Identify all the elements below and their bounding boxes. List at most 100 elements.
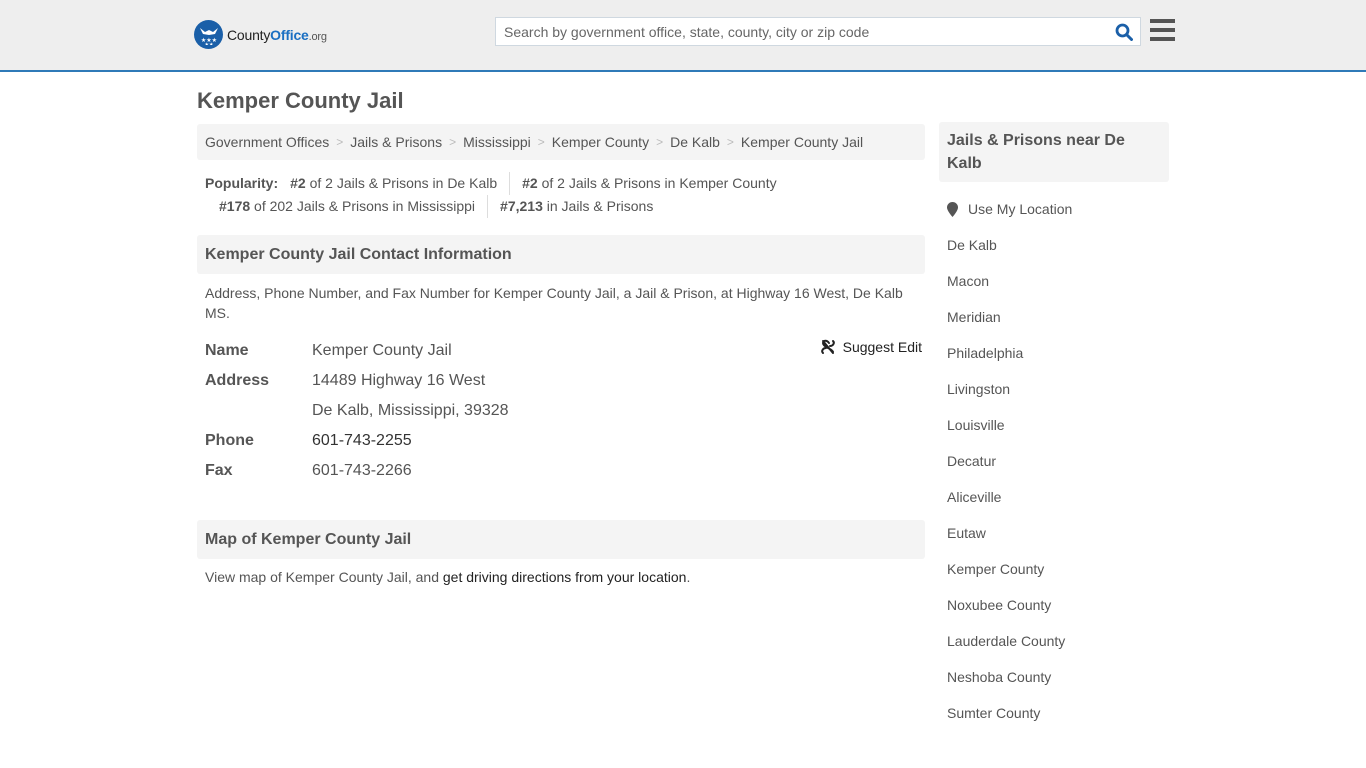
phone-link[interactable]: 601-743-2255 <box>312 432 412 449</box>
fax-label: Fax <box>205 462 233 479</box>
search-icon <box>1115 23 1133 41</box>
hamburger-menu-icon-bar <box>1150 19 1175 23</box>
popularity-line: Popularity: #2 of 2 Jails & Prisons in D… <box>205 172 917 195</box>
search-button[interactable] <box>1108 18 1140 45</box>
map-description: View map of Kemper County Jail, and get … <box>197 559 925 585</box>
use-my-location-link[interactable]: Use My Location <box>968 201 1072 217</box>
breadcrumb: Government Offices > Jails & Prisons > M… <box>197 124 925 160</box>
nearby-link[interactable]: Eutaw <box>947 525 986 541</box>
list-item: Decatur <box>947 433 1161 469</box>
info-row-name: Name Kemper County Jail <box>205 336 917 366</box>
popularity-rank: #2 <box>522 175 538 191</box>
search-input[interactable] <box>496 18 1108 45</box>
popularity-item: #178 of 202 Jails & Prisons in Mississip… <box>218 195 487 218</box>
nearby-link[interactable]: Lauderdale County <box>947 633 1065 649</box>
popularity-text: of 2 Jails & Prisons in De Kalb <box>309 175 498 191</box>
nearby-link[interactable]: Macon <box>947 273 989 289</box>
list-item: Meridian <box>947 289 1161 325</box>
popularity-rank: #178 <box>219 198 251 214</box>
breadcrumb-separator: > <box>726 135 734 149</box>
popularity-rank: #2 <box>290 175 306 191</box>
svg-text:★★: ★★ <box>204 42 213 45</box>
search-bar <box>495 17 1141 46</box>
popularity-text: in Jails & Prisons <box>546 198 654 214</box>
list-item: Philadelphia <box>947 325 1161 361</box>
popularity-text: of 2 Jails & Prisons in Kemper County <box>541 175 777 191</box>
list-item: Kemper County <box>947 541 1161 577</box>
popularity-item: #2 of 2 Jails & Prisons in Kemper County <box>509 172 788 195</box>
breadcrumb-item[interactable]: De Kalb <box>670 134 720 150</box>
info-row-phone: Phone 601-743-2255 <box>205 426 917 456</box>
top-header: ★★★ ★★ CountyOffice.org <box>0 0 1366 72</box>
suggest-edit-link[interactable]: Suggest Edit <box>843 339 922 355</box>
eagle-stars-logo-icon: ★★★ ★★ <box>194 20 223 49</box>
address-line-1: 14489 Highway 16 West <box>312 372 486 389</box>
page-title: Kemper County Jail <box>197 88 404 113</box>
popularity-text: of 202 Jails & Prisons in Mississippi <box>254 198 476 214</box>
list-item: Lauderdale County <box>947 613 1161 649</box>
popularity-rank: #7,213 <box>500 198 543 214</box>
breadcrumb-current: Kemper County Jail <box>740 134 864 150</box>
fax-value: 601-743-2266 <box>312 462 412 479</box>
logo-text: CountyOffice.org <box>227 27 327 43</box>
popularity: Popularity: #2 of 2 Jails & Prisons in D… <box>197 160 925 218</box>
logo-county: County <box>227 26 271 43</box>
list-item: Macon <box>947 253 1161 289</box>
address-label: Address <box>205 372 270 389</box>
main-content: Government Offices > Jails & Prisons > M… <box>197 124 925 585</box>
nearby-link[interactable]: Decatur <box>947 453 996 469</box>
contact-details: Suggest Edit Name Kemper County Jail Add… <box>197 323 925 486</box>
broken-link-icon <box>820 339 835 354</box>
name-value: Kemper County Jail <box>312 342 452 359</box>
logo-tld: .org <box>308 30 327 43</box>
breadcrumb-separator: > <box>537 135 545 149</box>
sidebar: Jails & Prisons near De Kalb Use My Loca… <box>939 122 1169 721</box>
nearby-link[interactable]: Meridian <box>947 309 1001 325</box>
popularity-line: #178 of 202 Jails & Prisons in Mississip… <box>205 195 917 218</box>
map-section-heading: Map of Kemper County Jail <box>197 520 925 559</box>
contact-section-heading: Kemper County Jail Contact Information <box>197 235 925 274</box>
breadcrumb-separator: > <box>656 135 664 149</box>
popularity-item: #7,213 in Jails & Prisons <box>487 195 665 218</box>
nearby-link[interactable]: Noxubee County <box>947 597 1051 613</box>
map-pin-icon <box>947 201 958 217</box>
breadcrumb-separator: > <box>449 135 457 149</box>
site-logo[interactable]: ★★★ ★★ CountyOffice.org <box>194 20 327 49</box>
address-line-2: De Kalb, Mississippi, 39328 <box>312 402 509 419</box>
hamburger-menu-icon-bar <box>1150 28 1175 32</box>
info-row-address: Address 14489 Highway 16 West <box>205 366 917 396</box>
nearby-link[interactable]: Philadelphia <box>947 345 1023 361</box>
list-item: Neshoba County <box>947 649 1161 685</box>
list-item: Eutaw <box>947 505 1161 541</box>
suggest-edit: Suggest Edit <box>820 339 922 355</box>
map-text-after: . <box>686 569 691 585</box>
nearby-link[interactable]: Sumter County <box>947 705 1040 721</box>
map-text-before: View map of Kemper County Jail, and <box>205 569 443 585</box>
name-label: Name <box>205 342 249 359</box>
nearby-link[interactable]: Louisville <box>947 417 1005 433</box>
breadcrumb-item[interactable]: Mississippi <box>463 134 531 150</box>
nearby-link[interactable]: Kemper County <box>947 561 1044 577</box>
use-my-location: Use My Location <box>939 182 1169 217</box>
hamburger-menu-button[interactable] <box>1150 19 1175 41</box>
sidebar-heading: Jails & Prisons near De Kalb <box>939 122 1169 182</box>
list-item: Livingston <box>947 361 1161 397</box>
nearby-link[interactable]: De Kalb <box>947 237 997 253</box>
nearby-link[interactable]: Aliceville <box>947 489 1001 505</box>
phone-label: Phone <box>205 432 254 449</box>
hamburger-menu-icon-bar <box>1150 37 1175 41</box>
list-item: Aliceville <box>947 469 1161 505</box>
logo-office: Office <box>270 26 309 43</box>
popularity-item: #2 of 2 Jails & Prisons in De Kalb <box>290 172 509 195</box>
breadcrumb-item[interactable]: Government Offices <box>205 134 329 150</box>
breadcrumb-item[interactable]: Kemper County <box>552 134 649 150</box>
breadcrumb-separator: > <box>336 135 344 149</box>
info-row-fax: Fax 601-743-2266 <box>205 456 917 486</box>
nearby-link[interactable]: Livingston <box>947 381 1010 397</box>
list-item: Louisville <box>947 397 1161 433</box>
driving-directions-link[interactable]: get driving directions from your locatio… <box>443 569 687 585</box>
breadcrumb-item[interactable]: Jails & Prisons <box>350 134 442 150</box>
info-row-address-2: De Kalb, Mississippi, 39328 <box>205 396 917 426</box>
list-item: Sumter County <box>947 685 1161 721</box>
nearby-link[interactable]: Neshoba County <box>947 669 1051 685</box>
